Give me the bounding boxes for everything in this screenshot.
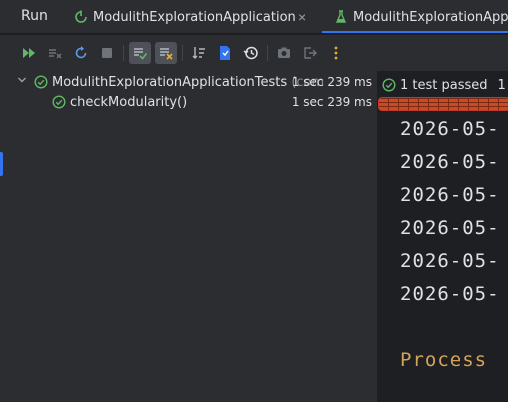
log-line: 2026-05- xyxy=(400,250,500,272)
log-line: 2026-05- xyxy=(400,118,500,140)
exit-icon[interactable] xyxy=(299,42,321,64)
test-class-name: ModulithExplorationApplicationTests (com xyxy=(52,74,325,90)
editor-focus-marker xyxy=(0,152,3,176)
toggle-auto-test-icon[interactable] xyxy=(70,42,92,64)
console-output[interactable]: 1 test passed 1 t 2026-05- 2026-05- 2026… xyxy=(378,71,508,402)
close-tab-icon[interactable]: × xyxy=(298,9,306,25)
sort-icon[interactable] xyxy=(188,42,210,64)
tree-row-test-method[interactable]: checkModularity() 1 sec 239 ms xyxy=(0,92,378,112)
test-passed-icon xyxy=(34,75,48,89)
test-passed-icon xyxy=(382,78,396,92)
log-line: 2026-05- xyxy=(400,151,500,173)
test-runner-toolbar xyxy=(0,35,508,71)
rerun-failed-icon[interactable] xyxy=(44,42,66,64)
toolbar-separator xyxy=(267,45,268,61)
tool-window-tabbar: Run ModulithExplorationApplication × Mod… xyxy=(0,0,508,34)
show-passed-icon[interactable] xyxy=(129,42,151,64)
tab-label: ModulithExplorationApplication xyxy=(93,9,296,25)
tab-modulith-application[interactable]: ModulithExplorationApplication xyxy=(74,0,296,34)
chevron-down-icon[interactable] xyxy=(17,75,27,88)
process-finished-line: Process xyxy=(400,349,488,371)
test-passed-icon xyxy=(52,95,66,109)
import-tests-icon[interactable] xyxy=(214,42,236,64)
history-icon[interactable] xyxy=(240,42,262,64)
tab-label: ModulithExplorationApplic xyxy=(353,9,508,25)
toolbar-separator xyxy=(182,45,183,61)
stop-icon[interactable] xyxy=(96,42,118,64)
test-progress-bar xyxy=(378,97,508,111)
run-tool-window-title: Run xyxy=(21,8,48,24)
tab-modulith-tests[interactable]: ModulithExplorationApplic xyxy=(334,0,508,34)
test-duration: 1 sec 239 ms xyxy=(291,75,372,89)
active-tab-indicator xyxy=(322,31,508,33)
test-flask-icon xyxy=(334,10,348,24)
show-ignored-icon[interactable] xyxy=(155,42,177,64)
test-status-bar: 1 test passed 1 t xyxy=(378,75,508,95)
log-line: 2026-05- xyxy=(400,184,500,206)
test-method-name: checkModularity() xyxy=(70,94,188,110)
log-line: 2026-05- xyxy=(400,283,500,305)
more-icon[interactable] xyxy=(325,42,347,64)
toolbar-separator xyxy=(123,45,124,61)
tests-summary-label: 1 t xyxy=(497,77,508,93)
test-duration: 1 sec 239 ms xyxy=(291,95,372,109)
rerun-icon[interactable] xyxy=(18,42,40,64)
tree-row-test-class[interactable]: ModulithExplorationApplicationTests (com… xyxy=(0,72,378,92)
test-results-tree: ModulithExplorationApplicationTests (com… xyxy=(0,71,378,402)
log-line: 2026-05- xyxy=(400,217,500,239)
screenshot-icon[interactable] xyxy=(273,42,295,64)
spring-run-icon xyxy=(74,10,88,24)
tests-passed-label: 1 test passed xyxy=(400,77,488,93)
